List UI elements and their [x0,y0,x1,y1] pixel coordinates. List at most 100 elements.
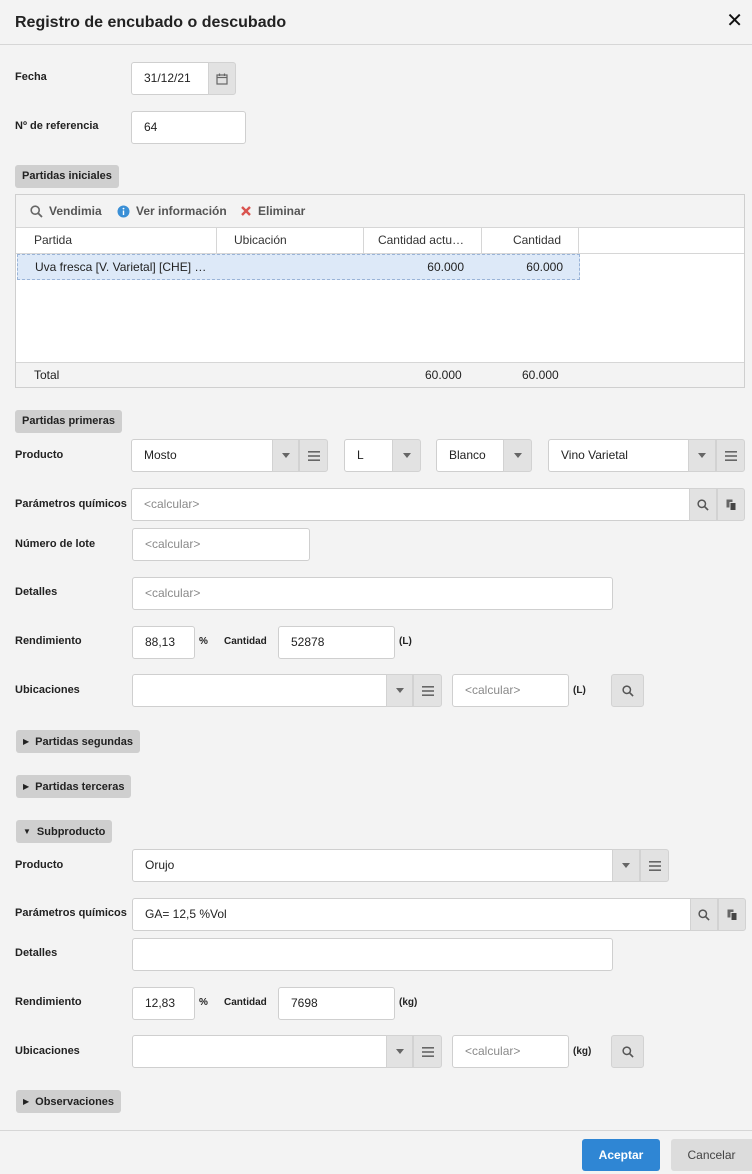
unidad-select[interactable]: L [344,439,394,472]
partidas-segundas-label: Partidas segundas [35,736,133,748]
chevron-right-icon: ▶ [23,737,30,746]
fecha-input[interactable]: 31/12/21 [131,62,211,95]
observaciones-header[interactable]: ▶ Observaciones [16,1090,122,1113]
copy-icon[interactable] [717,488,745,521]
cantidad-label: Cantidad [224,636,267,647]
partidas-terceras-header[interactable]: ▶ Partidas terceras [16,775,132,798]
chevron-down-icon[interactable] [386,1035,413,1068]
column-header-cantidad[interactable]: Cantidad [482,228,579,254]
subproducto-label: Subproducto [36,826,106,838]
partidas-primeras-header[interactable]: Partidas primeras [15,410,122,433]
subproducto-detalles-input[interactable] [132,938,613,971]
search-icon[interactable] [689,488,717,521]
close-icon[interactable]: ✕ [726,10,743,32]
grid-toolbar: Vendimia Ver información Eliminar [16,195,744,228]
subproducto-ubicaciones-cantidad-input[interactable]: <calcular> [452,1035,569,1068]
list-icon[interactable] [413,674,442,707]
color-select[interactable]: Blanco [436,439,505,472]
referencia-input[interactable]: 64 [131,111,246,144]
chevron-down-icon: ▼ [23,827,31,836]
detalles-input[interactable]: <calcular> [132,577,613,610]
partidas-iniciales-header[interactable]: Partidas iniciales [15,165,119,188]
producto-label: Producto [15,449,64,461]
search-icon [30,204,43,218]
subproducto-producto-select[interactable]: Orujo [132,849,614,882]
detalles-label: Detalles [15,586,58,598]
percent-sign: % [199,636,208,647]
subproducto-cantidad-input[interactable]: 7698 [278,987,395,1020]
eliminar-label: Eliminar [258,204,306,218]
table-row[interactable]: Uva fresca [V. Varietal] [CHE] … 60.000 … [17,254,580,280]
column-header-partida[interactable]: Partida [16,228,217,254]
chevron-right-icon: ▶ [23,782,30,791]
chevron-down-icon[interactable] [272,439,299,472]
cantidad-unit: (L) [399,636,412,647]
chevron-down-icon[interactable] [612,849,640,882]
total-label: Total [34,368,60,382]
info-icon [117,205,130,218]
chevron-right-icon: ▶ [23,1097,30,1106]
list-icon[interactable] [299,439,328,472]
cell-cantidad: 60.000 [526,260,563,274]
cell-partida: Uva fresca [V. Varietal] [CHE] … [35,260,207,274]
subproducto-producto-label: Producto [15,859,64,871]
column-header-cantidad-actual[interactable]: Cantidad actu… [364,228,482,254]
partidas-segundas-header[interactable]: ▶ Partidas segundas [16,730,140,753]
search-icon[interactable] [611,674,644,707]
subproducto-ubicaciones-unit: (kg) [573,1046,592,1057]
chevron-down-icon[interactable] [386,674,413,707]
total-cantidad: 60.000 [522,368,559,382]
subproducto-detalles-label: Detalles [15,947,58,959]
column-header-empty [579,228,744,254]
subproducto-cantidad-label: Cantidad [224,997,267,1008]
percent-sign: % [199,997,208,1008]
vendimia-button[interactable]: Vendimia [30,204,102,218]
aceptar-button[interactable]: Aceptar [582,1139,660,1171]
parametros-label: Parámetros químicos [15,498,127,510]
subproducto-rendimiento-input[interactable]: 12,83 [132,987,195,1020]
lote-input[interactable]: <calcular> [132,528,310,561]
subproducto-parametros-input[interactable]: GA= 12,5 %Vol [132,898,692,931]
fecha-label: Fecha [15,71,47,83]
dialog-header: Registro de encubado o descubado ✕ [0,0,752,45]
parametros-input[interactable]: <calcular> [131,488,691,521]
variedad-select[interactable]: Vino Varietal [548,439,690,472]
column-header-ubicacion[interactable]: Ubicación [217,228,364,254]
subproducto-parametros-label: Parámetros químicos [15,907,127,919]
subproducto-ubicaciones-label: Ubicaciones [15,1045,80,1057]
list-icon[interactable] [640,849,669,882]
cell-cantidad-actual: 60.000 [427,260,464,274]
partidas-iniciales-grid: Vendimia Ver información Eliminar Partid… [15,194,745,388]
partidas-primeras-label: Partidas primeras [22,415,115,427]
subproducto-rendimiento-label: Rendimiento [15,996,82,1008]
subproducto-ubicaciones-select[interactable] [132,1035,388,1068]
vendimia-label: Vendimia [49,204,102,218]
eliminar-button[interactable]: Eliminar [240,204,305,218]
chevron-down-icon[interactable] [503,439,532,472]
cancelar-button[interactable]: Cancelar [671,1139,752,1171]
calendar-icon[interactable] [208,62,236,95]
rendimiento-input[interactable]: 88,13 [132,626,195,659]
search-icon[interactable] [690,898,718,931]
ubicaciones-label: Ubicaciones [15,684,80,696]
total-cantidad-actual: 60.000 [425,368,462,382]
ver-informacion-label: Ver información [136,204,227,218]
search-icon[interactable] [611,1035,644,1068]
ubicaciones-cantidad-input[interactable]: <calcular> [452,674,569,707]
copy-icon[interactable] [718,898,746,931]
partidas-terceras-label: Partidas terceras [35,781,125,793]
chevron-down-icon[interactable] [392,439,421,472]
producto-select[interactable]: Mosto [131,439,273,472]
chevron-down-icon[interactable] [688,439,716,472]
subproducto-header[interactable]: ▼ Subproducto [16,820,113,843]
partidas-iniciales-label: Partidas iniciales [22,170,112,182]
dialog-title: Registro de encubado o descubado [15,14,287,31]
ubicaciones-unit: (L) [573,685,586,696]
list-icon[interactable] [413,1035,442,1068]
list-icon[interactable] [716,439,745,472]
cantidad-input[interactable]: 52878 [278,626,395,659]
delete-icon [240,205,252,217]
ubicaciones-select[interactable] [132,674,388,707]
ver-informacion-button[interactable]: Ver información [117,204,227,218]
subproducto-cantidad-unit: (kg) [399,997,418,1008]
